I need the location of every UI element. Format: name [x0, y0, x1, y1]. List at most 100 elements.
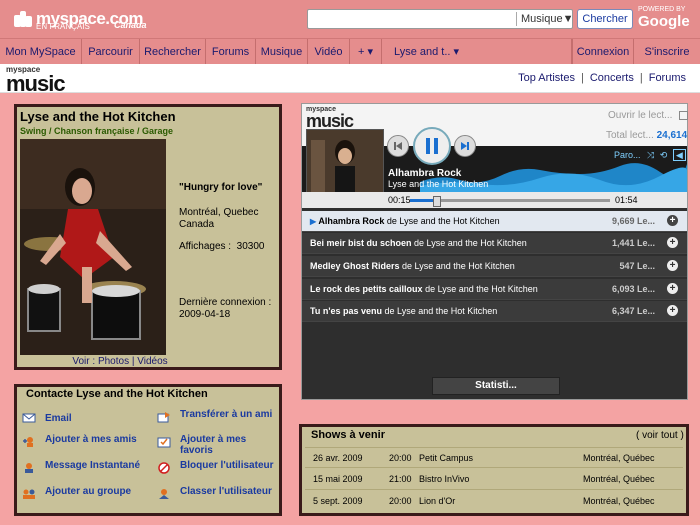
- track-plays: 6,347 Le...: [611, 306, 655, 316]
- divider: [305, 447, 683, 448]
- band-name: Lyse and the Hot Kitchen: [20, 109, 176, 124]
- contact-title: Contacte Lyse and the Hot Kitchen: [26, 388, 208, 400]
- track-title: Medley Ghost Riders: [310, 261, 400, 271]
- contact-im-link[interactable]: Message Instantané: [45, 460, 145, 471]
- google-badge: POWERED BY Google: [638, 6, 690, 30]
- shows-title: Shows à venir: [311, 429, 385, 441]
- shows-see-all-link[interactable]: ( voir tout ): [636, 430, 684, 441]
- contact-email-link[interactable]: Email: [45, 413, 145, 424]
- link-top-artistes[interactable]: Top Artistes: [518, 72, 575, 84]
- favorites-icon: [157, 437, 171, 448]
- now-playing-artist: Lyse and the Hot Kitchen: [388, 179, 489, 189]
- search-category-select[interactable]: Musique▼: [516, 12, 573, 26]
- track-row[interactable]: Bei meir bist du schoen de Lyse and the …: [302, 233, 687, 254]
- total-plays: Total lect... 24,614: [606, 130, 687, 141]
- contact-add-group-link[interactable]: Ajouter au groupe: [45, 486, 145, 497]
- track-row[interactable]: ▶ Alhambra Rock de Lyse and the Hot Kitc…: [302, 211, 687, 232]
- now-playing-title: Alhambra Rock: [388, 168, 462, 179]
- player-controls-right: Paro... ⤨ ⟲ ◀: [614, 149, 686, 161]
- nav-parcourir[interactable]: Parcourir: [82, 39, 140, 65]
- nav-profile-menu[interactable]: Lyse and t.. ▾: [382, 39, 572, 65]
- track-title: Tu n'es pas venu: [310, 306, 382, 316]
- nav-forums[interactable]: Forums: [206, 39, 256, 65]
- elapsed-time: 00:15: [388, 195, 411, 205]
- forward-icon: [157, 412, 170, 423]
- contact-forward-link[interactable]: Transférer à un ami: [180, 409, 275, 420]
- player-logo: myspace music: [306, 106, 354, 131]
- link-forums[interactable]: Forums: [649, 72, 686, 84]
- show-city: Montréal, Québec: [583, 453, 655, 463]
- link-concerts[interactable]: Concerts: [590, 72, 634, 84]
- show-time: 21:00: [389, 474, 412, 484]
- nav-rechercher[interactable]: Rechercher: [140, 39, 206, 65]
- nav-video[interactable]: Vidéo: [308, 39, 350, 65]
- open-player-link[interactable]: Ouvrir le lect...: [608, 110, 689, 121]
- lyrics-toggle[interactable]: Paro...: [614, 150, 641, 160]
- shuffle-icon[interactable]: ⤨: [647, 150, 654, 160]
- add-track-icon[interactable]: +: [667, 283, 678, 294]
- add-friend-icon: [23, 437, 33, 447]
- logo-sub: EN FRANÇAIS: [36, 22, 90, 31]
- show-city: Montréal, Québec: [583, 474, 655, 484]
- track-row[interactable]: Tu n'es pas venu de Lyse and the Hot Kit…: [302, 301, 687, 322]
- track-artist: de Lyse and the Hot Kitchen: [386, 216, 500, 226]
- track-plays: 547 Le...: [619, 261, 655, 271]
- logo-country: Canada: [114, 20, 147, 30]
- google-logo: Google: [638, 13, 690, 30]
- duration-time: 01:54: [615, 195, 638, 205]
- show-date: 15 mai 2009: [313, 474, 363, 484]
- add-track-icon[interactable]: +: [667, 215, 678, 226]
- myspace-music-logo[interactable]: myspace music: [6, 66, 66, 96]
- last-login-value: 2009-04-18: [179, 309, 231, 320]
- profile-photo[interactable]: [20, 139, 166, 355]
- track-row[interactable]: Medley Ghost Riders de Lyse and the Hot …: [302, 256, 687, 277]
- add-track-icon[interactable]: +: [667, 305, 678, 316]
- next-icon: [461, 142, 469, 150]
- previous-track-button[interactable]: [387, 135, 409, 157]
- track-title: Le rock des petits cailloux: [310, 284, 423, 294]
- search-input[interactable]: [312, 11, 516, 29]
- track-plays: 6,093 Le...: [611, 284, 655, 294]
- profile-views: Affichages : 30300: [179, 241, 264, 252]
- music-links: Top Artistes | Concerts | Forums: [518, 72, 686, 84]
- profile-quote: "Hungry for love": [179, 182, 263, 193]
- show-venue[interactable]: Lion d'Or: [419, 496, 455, 506]
- add-track-icon[interactable]: +: [667, 260, 678, 271]
- show-time: 20:00: [389, 453, 412, 463]
- progress-handle[interactable]: [433, 196, 441, 207]
- rank-icon: [159, 489, 169, 499]
- nav-musique[interactable]: Musique: [256, 39, 308, 65]
- pause-icon: [426, 138, 438, 154]
- add-track-icon[interactable]: +: [667, 237, 678, 248]
- nav-sinscrire[interactable]: S'inscrire: [634, 39, 700, 65]
- pause-button[interactable]: [413, 127, 451, 165]
- show-venue[interactable]: Petit Campus: [419, 453, 473, 463]
- myspace-logo[interactable]: myspace.com EN FRANÇAIS Canada: [14, 6, 147, 32]
- contact-add-favorites-link[interactable]: Ajouter à mes favoris: [180, 434, 275, 456]
- stats-button[interactable]: Statisti...: [432, 377, 560, 395]
- contact-add-friend-link[interactable]: Ajouter à mes amis: [45, 434, 145, 445]
- volume-icon[interactable]: ◀: [672, 149, 686, 161]
- show-city: Montréal, Québec: [583, 496, 655, 506]
- show-venue[interactable]: Bistro InVivo: [419, 474, 469, 484]
- track-row[interactable]: Le rock des petits cailloux de Lyse and …: [302, 279, 687, 300]
- track-artist: de Lyse and the Hot Kitchen: [402, 261, 515, 271]
- divider: [305, 467, 683, 468]
- nav-more[interactable]: + ▾: [350, 39, 382, 65]
- nav-mon-myspace[interactable]: Mon MySpace: [0, 39, 82, 65]
- music-logo-big: music: [6, 71, 66, 96]
- player-logo-big: music: [306, 111, 354, 131]
- nav-connexion[interactable]: Connexion: [572, 39, 634, 65]
- envelope-icon: [22, 413, 36, 423]
- contact-rank-link[interactable]: Classer l'utilisateur: [180, 486, 275, 497]
- photo-video-links[interactable]: Voir : Photos | Vidéos: [20, 356, 220, 367]
- profile-country: Canada: [179, 219, 215, 230]
- repeat-icon[interactable]: ⟲: [660, 150, 668, 160]
- track-title: Alhambra Rock: [318, 216, 385, 226]
- profile-photo-image: [20, 139, 166, 355]
- myspace-people-icon: [14, 11, 32, 27]
- nav-bar: Mon MySpace Parcourir Rechercher Forums …: [0, 38, 700, 65]
- contact-block-link[interactable]: Bloquer l'utilisateur: [180, 460, 275, 471]
- search-button[interactable]: Chercher: [577, 9, 633, 29]
- next-track-button[interactable]: [454, 135, 476, 157]
